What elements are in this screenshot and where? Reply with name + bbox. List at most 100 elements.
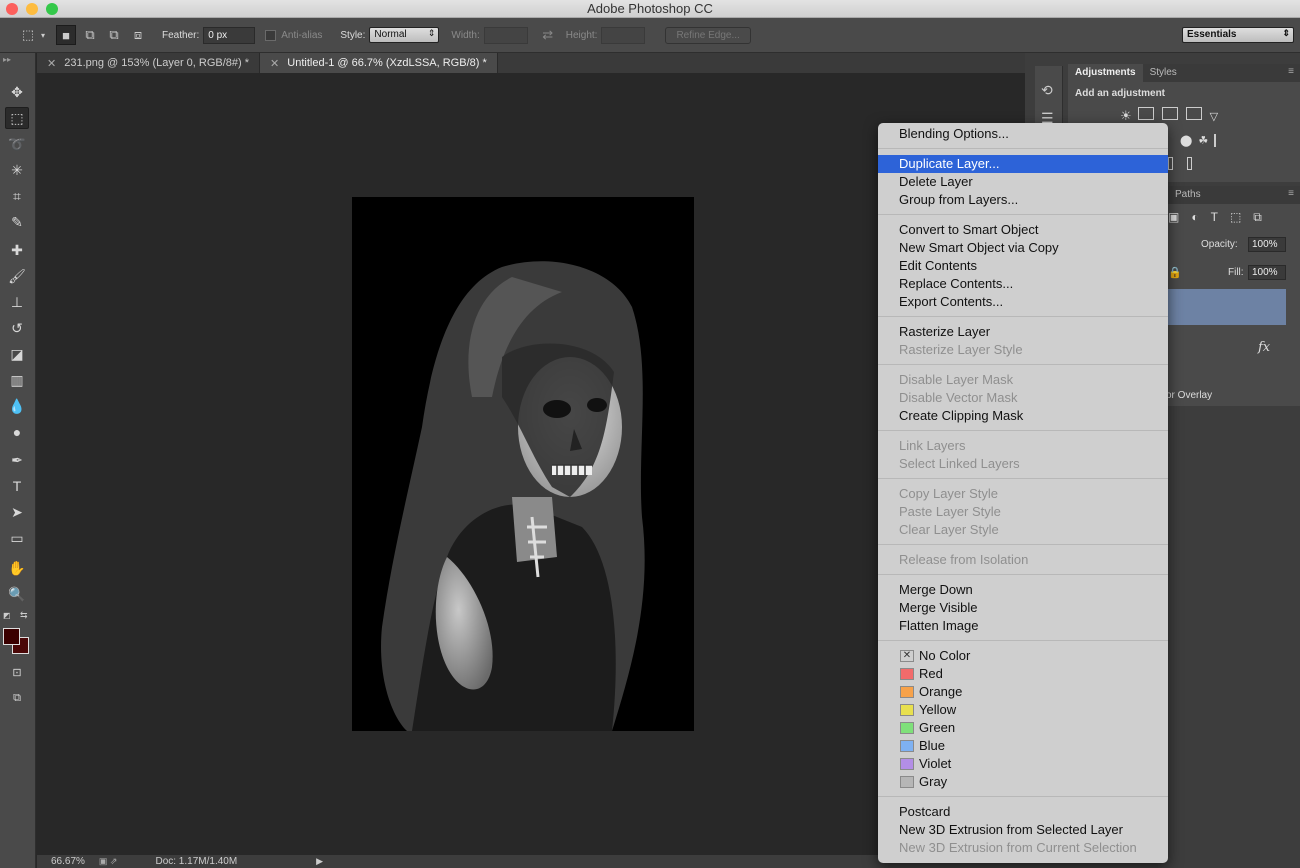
tab-paths[interactable]: Paths [1168, 186, 1208, 204]
menu-item-replace-contents[interactable]: Replace Contents... [878, 275, 1168, 293]
width-input[interactable] [483, 26, 528, 44]
document-image[interactable] [352, 197, 694, 731]
menu-item-color-yellow[interactable]: Yellow [878, 701, 1168, 719]
quick-mask-icon[interactable]: ⊡ [5, 661, 29, 683]
menu-item-color-none[interactable]: ✕ No Color [878, 647, 1168, 665]
opacity-input[interactable]: 100% [1248, 237, 1286, 252]
move-tool-icon[interactable]: ✥ [5, 81, 29, 103]
marquee-tool-icon[interactable]: ⬚ [5, 107, 29, 129]
refine-edge-button[interactable]: Refine Edge... [665, 26, 751, 44]
menu-item-duplicate-layer[interactable]: Duplicate Layer... [878, 155, 1168, 173]
foreground-color-swatch[interactable] [3, 628, 20, 645]
fx-icon[interactable]: fx [1258, 340, 1270, 355]
close-window-button[interactable] [6, 3, 18, 15]
screen-mode-icon[interactable]: ⧉ [5, 687, 29, 709]
menu-item-delete-layer[interactable]: Delete Layer [878, 173, 1168, 191]
menu-item-flatten-image[interactable]: Flatten Image [878, 617, 1168, 635]
tab-adjustments[interactable]: Adjustments [1068, 64, 1143, 82]
menu-item-color-violet[interactable]: Violet [878, 755, 1168, 773]
pen-tool-icon[interactable]: ✒ [5, 449, 29, 471]
menu-item-color-orange[interactable]: Orange [878, 683, 1168, 701]
menu-item-merge-visible[interactable]: Merge Visible [878, 599, 1168, 617]
menu-item-rasterize-layer[interactable]: Rasterize Layer [878, 323, 1168, 341]
add-selection-icon[interactable]: ⧉ [80, 25, 100, 45]
clone-stamp-tool-icon[interactable]: ⊥ [5, 291, 29, 313]
exposure-icon[interactable] [1185, 107, 1202, 120]
feather-input[interactable]: 0 px [203, 26, 256, 44]
gradient-tool-icon[interactable]: ▥ [5, 369, 29, 391]
menu-item-convert-smart-object[interactable]: Convert to Smart Object [878, 221, 1168, 239]
dodge-tool-icon[interactable]: ● [5, 421, 29, 443]
default-colors-icon[interactable]: ◩ [3, 611, 11, 620]
swap-colors-icon[interactable]: ⇆ [20, 610, 28, 621]
magic-wand-tool-icon[interactable]: ✳ [5, 159, 29, 181]
tab-231-png[interactable]: ✕ 231.png @ 153% (Layer 0, RGB/8#) * [37, 53, 261, 73]
curves-icon[interactable] [1161, 107, 1178, 120]
smart-object-filter-icon[interactable]: ⧉ [1253, 210, 1262, 225]
menu-item-color-blue[interactable]: Blue [878, 737, 1168, 755]
menu-item-create-clipping-mask[interactable]: Create Clipping Mask [878, 407, 1168, 425]
levels-icon[interactable] [1137, 107, 1154, 120]
zoom-tool-icon[interactable]: 🔍 [5, 583, 29, 605]
menu-item-group-from-layers[interactable]: Group from Layers... [878, 191, 1168, 209]
tab-untitled-1[interactable]: ✕ Untitled-1 @ 66.7% (XzdLSSA, RGB/8) * [260, 53, 498, 73]
eyedropper-tool-icon[interactable]: ✎ [5, 211, 29, 233]
menu-item-color-red[interactable]: Red [878, 665, 1168, 683]
status-icons[interactable]: ▣ ⇗ [99, 856, 118, 867]
vibrance-icon[interactable]: ▽ [1210, 111, 1218, 123]
lasso-tool-icon[interactable]: ➰ [5, 133, 29, 155]
healing-brush-tool-icon[interactable]: ✚ [5, 239, 29, 261]
close-icon[interactable]: ✕ [47, 57, 56, 70]
style-select[interactable]: Normal ⇕ [369, 27, 440, 43]
workspace-select[interactable]: Essentials ⇕ [1182, 27, 1294, 43]
close-icon[interactable]: ✕ [270, 57, 279, 70]
adjustment-filter-icon[interactable]: ◐ [1191, 210, 1198, 225]
panel-menu-icon[interactable]: ≡ [1288, 186, 1294, 204]
fill-input[interactable]: 100% [1248, 265, 1286, 280]
minimize-window-button[interactable] [26, 3, 38, 15]
crop-tool-icon[interactable]: ⌗ [5, 185, 29, 207]
blur-tool-icon[interactable]: 💧 [5, 395, 29, 417]
menu-item-color-gray[interactable]: Gray [878, 773, 1168, 791]
brightness-icon[interactable]: ☀ [1120, 108, 1132, 123]
chevron-down-icon[interactable]: ▾ [38, 25, 48, 45]
type-tool-icon[interactable]: T [5, 475, 29, 497]
collapse-arrows-icon[interactable]: ▸▸ [3, 55, 11, 64]
menu-item-new-smart-object-via-copy[interactable]: New Smart Object via Copy [878, 239, 1168, 257]
lock-icon[interactable]: 🔒 [1168, 266, 1182, 279]
menu-item-3d-extrusion-selected-layer[interactable]: New 3D Extrusion from Selected Layer [878, 821, 1168, 839]
history-icon[interactable]: ⟲ [1041, 82, 1053, 99]
eraser-tool-icon[interactable]: ◪ [5, 343, 29, 365]
maximize-window-button[interactable] [46, 3, 58, 15]
photo-filter-icon[interactable]: ⬤ [1180, 134, 1192, 147]
color-lookup-icon[interactable] [1214, 134, 1217, 147]
panel-menu-icon[interactable]: ≡ [1288, 64, 1294, 82]
antialias-checkbox[interactable] [265, 29, 277, 41]
intersect-selection-icon[interactable]: ⧈ [128, 25, 148, 45]
menu-item-export-contents[interactable]: Export Contents... [878, 293, 1168, 311]
gradient-map-icon[interactable] [1187, 157, 1192, 170]
menu-item-postcard[interactable]: Postcard [878, 803, 1168, 821]
type-filter-icon[interactable]: T [1211, 210, 1218, 225]
swap-icon[interactable]: ⇄ [538, 25, 558, 45]
selective-color-icon[interactable] [1168, 157, 1173, 170]
tab-styles[interactable]: Styles [1143, 64, 1184, 82]
zoom-level[interactable]: 66.67% [51, 856, 85, 867]
channel-mixer-icon[interactable]: ☘ [1198, 134, 1208, 147]
subtract-selection-icon[interactable]: ⧉ [104, 25, 124, 45]
menu-item-merge-down[interactable]: Merge Down [878, 581, 1168, 599]
hand-tool-icon[interactable]: ✋ [5, 557, 29, 579]
shape-filter-icon[interactable]: ⬚ [1230, 210, 1241, 225]
height-input[interactable] [601, 26, 646, 44]
menu-item-color-green[interactable]: Green [878, 719, 1168, 737]
menu-item-blending-options[interactable]: Blending Options... [878, 125, 1168, 143]
brush-tool-icon[interactable]: 🖌 [5, 265, 29, 287]
history-brush-tool-icon[interactable]: ↺ [5, 317, 29, 339]
path-selection-tool-icon[interactable]: ➤ [5, 501, 29, 523]
image-filter-icon[interactable]: ▣ [1168, 210, 1179, 225]
play-arrow-icon[interactable]: ▶ [316, 856, 323, 867]
new-selection-icon[interactable]: ■ [56, 25, 76, 45]
marquee-preset-icon[interactable]: ⬚ [18, 25, 38, 45]
menu-item-edit-contents[interactable]: Edit Contents [878, 257, 1168, 275]
rectangle-tool-icon[interactable]: ▭ [5, 527, 29, 549]
